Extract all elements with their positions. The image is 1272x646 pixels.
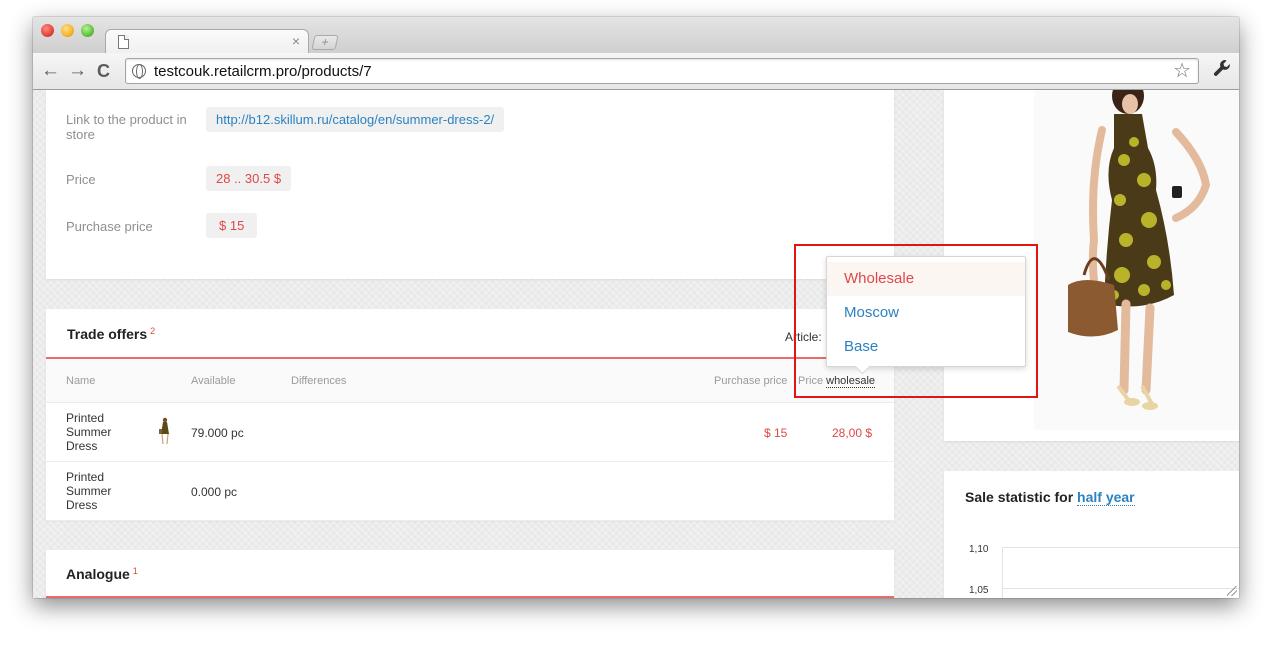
browser-tab[interactable]: × [105, 29, 309, 55]
analogue-title: Analogue 1 [66, 566, 138, 582]
product-properties-card: Link to the product in store http://b12.… [46, 90, 894, 279]
page-viewport: Link to the product in store http://b12.… [33, 90, 1239, 598]
product-thumbnail [159, 417, 169, 445]
price-label: Price [66, 172, 96, 187]
sale-statistic-title-text: Sale statistic for [965, 489, 1074, 505]
close-window-button[interactable] [41, 24, 54, 37]
highlight-annotation-box [794, 244, 1038, 398]
browser-toolbar: ← → C testcouk.retailcrm.pro/products/7 … [33, 53, 1239, 90]
section-divider [46, 596, 894, 598]
url-text[interactable]: testcouk.retailcrm.pro/products/7 [154, 63, 372, 80]
analogue-card: Analogue 1 [46, 550, 894, 598]
row-price: 28,00 $ [832, 426, 873, 440]
analogue-count: 1 [132, 566, 138, 576]
chart-plot-area [1002, 547, 1239, 598]
table-row[interactable]: Printed Summer Dress 0.000 pc [46, 462, 894, 521]
page-icon [118, 35, 129, 49]
purchase-price-value: $ 15 [206, 213, 258, 238]
col-purchase-price: Purchase price [714, 375, 788, 387]
trade-offers-card: Trade offers 2 Article: Name Available Di… [46, 309, 894, 521]
wrench-icon[interactable] [1213, 59, 1231, 82]
trade-offers-count: 2 [150, 326, 156, 336]
trade-offers-title-text: Trade offers [67, 326, 148, 342]
row-available: 0.000 pc [191, 485, 238, 499]
col-available: Available [191, 375, 236, 387]
bookmark-star-icon[interactable]: ☆ [1173, 60, 1191, 82]
table-row[interactable]: Printed Summer Dress 79.000 pc $ 15 28,0… [46, 403, 894, 462]
col-name: Name [66, 375, 96, 387]
row-available: 79.000 pc [191, 426, 244, 440]
forward-icon[interactable]: → [68, 61, 87, 81]
reload-icon[interactable]: C [97, 61, 110, 81]
y-tick-label: 1,10 [969, 544, 989, 555]
new-tab-button[interactable]: + [311, 35, 339, 50]
globe-icon [132, 64, 146, 79]
address-bar[interactable]: testcouk.retailcrm.pro/products/7 ☆ [125, 58, 1199, 84]
browser-window: × + ← → C testcouk.retailcrm.pro/product… [33, 17, 1239, 598]
chart-gridline [1002, 588, 1239, 589]
minimize-window-button[interactable] [61, 24, 74, 37]
sale-statistic-title: Sale statistic for half year [965, 489, 1135, 506]
sale-statistic-card: Sale statistic for half year 1,10 1,05 [944, 471, 1239, 598]
trade-offers-title: Trade offers 2 [67, 326, 155, 342]
row-purchase-price: $ 15 [764, 426, 788, 440]
product-store-link[interactable]: http://b12.skillum.ru/catalog/en/summer-… [206, 107, 505, 132]
purchase-price-label: Purchase price [66, 219, 153, 234]
back-icon[interactable]: ← [41, 61, 60, 81]
period-selector[interactable]: half year [1077, 489, 1135, 506]
row-name[interactable]: Printed Summer Dress [66, 411, 136, 453]
tab-close-icon[interactable]: × [292, 33, 300, 49]
y-tick-label: 1,05 [969, 585, 989, 596]
row-name[interactable]: Printed Summer Dress [66, 470, 136, 512]
price-value: 28 .. 30.5 $ [206, 166, 292, 191]
zoom-window-button[interactable] [81, 24, 94, 37]
col-differences: Differences [291, 375, 347, 387]
table-header: Name Available Differences Purchase pric… [46, 359, 894, 403]
tab-strip: × + [33, 17, 1239, 55]
resize-grip-icon[interactable] [1227, 586, 1237, 596]
link-label: Link to the product in store [66, 112, 187, 142]
analogue-title-text: Analogue [66, 566, 130, 582]
